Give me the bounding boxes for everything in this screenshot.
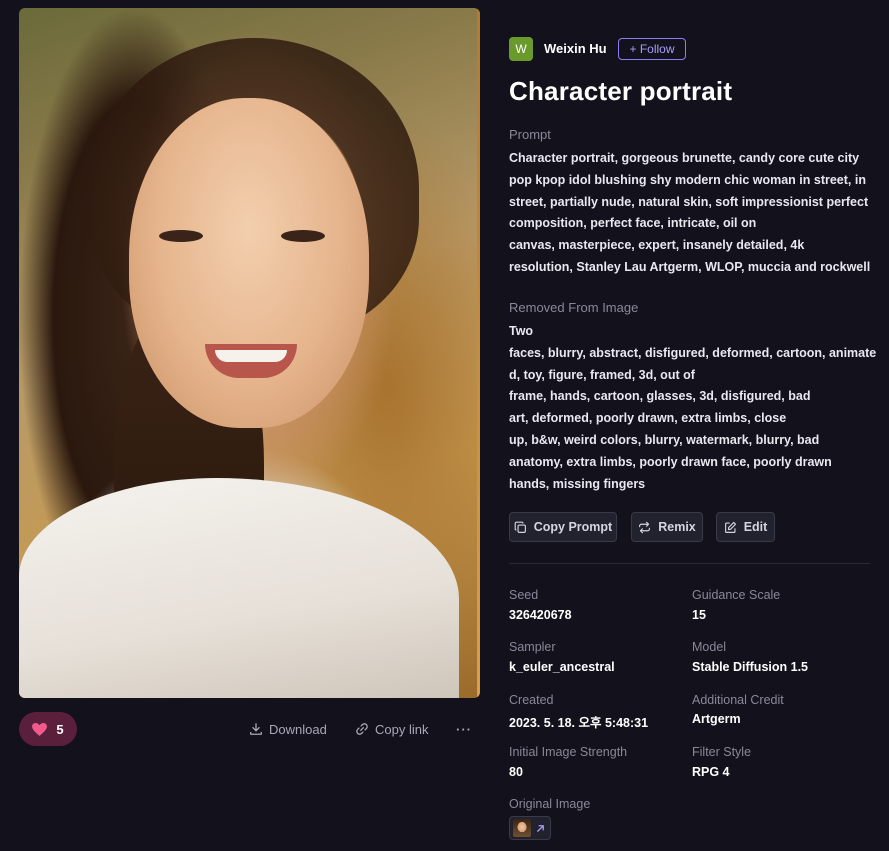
negative-line: up, b&w, weird colors, blurry, watermark… — [509, 432, 820, 447]
page-title: Character portrait — [509, 76, 733, 106]
image-strength-label: Initial Image Strength — [509, 745, 628, 759]
download-label: Download — [269, 721, 327, 737]
sampler-label: Sampler — [509, 640, 556, 654]
filter-style-value: RPG 4 — [692, 765, 730, 779]
original-image-label: Original Image — [509, 797, 591, 811]
link-icon — [356, 723, 368, 735]
copy-prompt-button[interactable]: Copy Prompt — [509, 512, 617, 542]
model-value: Stable Diffusion 1.5 — [692, 660, 808, 674]
guidance-scale-label: Guidance Scale — [692, 588, 781, 602]
prompt-line: canvas, masterpiece, expert, insanely de… — [509, 238, 805, 253]
download-icon — [250, 723, 262, 735]
prompt-line: Character portrait, gorgeous brunette, c… — [509, 151, 860, 165]
negative-line: art, deformed, poorly drawn, extra limbs… — [509, 411, 787, 426]
model-label: Model — [692, 640, 727, 654]
additional-credit-label: Additional Credit — [692, 693, 784, 707]
guidance-scale-value: 15 — [692, 608, 706, 622]
edit-button[interactable]: Edit — [716, 512, 775, 542]
download-button[interactable]: Download — [249, 719, 327, 739]
negative-prompt-text: Two faces, blurry, abstract, disfigured,… — [509, 321, 877, 495]
author-name[interactable]: Weixin Hu — [544, 41, 607, 56]
original-image-link[interactable] — [509, 816, 551, 840]
follow-button[interactable]: + Follow — [618, 38, 686, 60]
heart-icon — [32, 722, 48, 736]
negative-line: d, toy, figure, framed, 3d, out of — [509, 367, 695, 382]
negative-line: frame, hands, cartoon, glasses, 3d, disf… — [509, 389, 811, 404]
filter-style-label: Filter Style — [692, 745, 752, 759]
negative-line: anatomy, extra limbs, poorly drawn face,… — [509, 454, 832, 469]
copy-icon — [514, 521, 526, 533]
original-image-thumbnail — [513, 819, 531, 837]
more-options-button[interactable]: ··· — [456, 719, 472, 739]
negative-line: Two — [509, 324, 534, 338]
remix-icon — [639, 521, 651, 533]
section-divider — [509, 563, 870, 564]
seed-label: Seed — [509, 588, 539, 602]
remix-label: Remix — [658, 520, 696, 534]
image-shirt-shape — [19, 478, 459, 698]
image-right-eye — [281, 230, 325, 242]
image-strength-value: 80 — [509, 765, 523, 779]
created-value: 2023. 5. 18. 오후 5:48:31 — [509, 716, 649, 730]
prompt-line: street, partially nude, natural skin, so… — [509, 194, 869, 209]
more-icon: ··· — [456, 721, 472, 737]
edit-icon — [724, 521, 736, 533]
negative-line: faces, blurry, abstract, disfigured, def… — [509, 345, 877, 360]
copy-prompt-label: Copy Prompt — [533, 520, 613, 534]
author-avatar[interactable]: W — [509, 37, 533, 61]
additional-credit-value: Artgerm — [692, 712, 741, 726]
prompt-text: Character portrait, gorgeous brunette, c… — [509, 148, 871, 279]
image-edge-highlight — [477, 8, 480, 698]
prompt-line: composition, perfect face, intricate, oi… — [509, 216, 757, 231]
sampler-value: k_euler_ancestral — [509, 660, 615, 674]
prompt-line: resolution, Stanley Lau Artgerm, WLOP, m… — [509, 259, 871, 274]
copy-link-label: Copy link — [375, 721, 429, 737]
generated-image[interactable] — [19, 8, 480, 698]
seed-value: 326420678 — [509, 608, 572, 622]
prompt-label: Prompt — [509, 127, 551, 142]
author-avatar-letter: W — [515, 42, 527, 56]
copy-link-button[interactable]: Copy link — [355, 719, 428, 739]
negative-prompt-label: Removed From Image — [509, 300, 639, 315]
edit-label: Edit — [743, 520, 768, 534]
like-button[interactable]: 5 — [19, 712, 77, 746]
image-face-shape — [129, 98, 369, 428]
negative-line: hands, missing fingers — [509, 476, 646, 491]
image-left-eye — [159, 230, 203, 242]
like-count: 5 — [56, 721, 64, 737]
created-label: Created — [509, 693, 554, 707]
follow-label: + Follow — [629, 42, 675, 56]
prompt-line: pop kpop idol blushing shy modern chic w… — [509, 172, 866, 187]
external-arrow-icon — [537, 824, 544, 832]
remix-button[interactable]: Remix — [631, 512, 703, 542]
